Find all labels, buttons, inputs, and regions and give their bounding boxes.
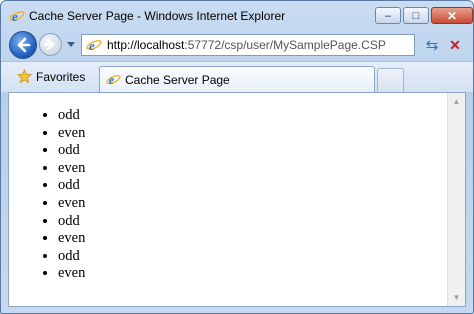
internet-explorer-icon: e bbox=[9, 9, 25, 24]
forward-arrow-icon bbox=[43, 38, 55, 51]
forward-button[interactable] bbox=[39, 33, 62, 56]
refresh-icon[interactable]: ⇆ bbox=[421, 35, 443, 55]
item-list: oddevenoddevenoddevenoddevenoddeven bbox=[9, 107, 85, 283]
tab-cache-server-page[interactable]: e Cache Server Page bbox=[99, 66, 375, 92]
window-title: Cache Server Page - Windows Internet Exp… bbox=[29, 9, 286, 23]
svg-text:e: e bbox=[89, 38, 95, 53]
maximize-icon: □ bbox=[412, 9, 420, 22]
list-item: even bbox=[58, 160, 85, 178]
vertical-scrollbar[interactable]: ▲ ▼ bbox=[447, 93, 465, 306]
maximize-button[interactable]: □ bbox=[403, 7, 429, 24]
address-bar[interactable]: e http://localhost:57772/csp/user/MySamp… bbox=[81, 34, 415, 56]
address-url[interactable]: http://localhost:57772/csp/user/MySample… bbox=[107, 38, 386, 52]
favorites-label: Favorites bbox=[36, 69, 86, 84]
list-item: odd bbox=[58, 213, 85, 231]
minimize-button[interactable]: – bbox=[375, 7, 401, 24]
list-item: even bbox=[58, 230, 85, 248]
close-icon: ✕ bbox=[446, 8, 458, 23]
back-arrow-icon bbox=[17, 37, 31, 53]
page-icon: e bbox=[86, 38, 102, 53]
list-item: odd bbox=[58, 142, 85, 160]
stop-icon[interactable]: ✕ bbox=[445, 35, 465, 55]
address-host: http://localhost bbox=[107, 38, 185, 52]
list-item: odd bbox=[58, 177, 85, 195]
svg-text:e: e bbox=[109, 73, 115, 87]
address-path: :57772/csp/user/MySamplePage.CSP bbox=[184, 38, 386, 52]
tab-title: Cache Server Page bbox=[125, 73, 230, 87]
title-bar: e Cache Server Page - Windows Internet E… bbox=[1, 1, 473, 29]
close-button[interactable]: ✕ bbox=[431, 7, 473, 24]
favorites-bar: Favorites e Cache Server Page bbox=[1, 61, 473, 92]
minimize-icon: – bbox=[384, 9, 392, 22]
star-icon bbox=[17, 69, 32, 84]
list-item: even bbox=[58, 125, 85, 143]
page-content: oddevenoddevenoddevenoddevenoddeven ▲ ▼ bbox=[8, 92, 466, 307]
new-tab-button[interactable] bbox=[377, 68, 404, 92]
list-item: even bbox=[58, 195, 85, 213]
svg-text:e: e bbox=[12, 9, 18, 24]
browser-window: e Cache Server Page - Windows Internet E… bbox=[0, 0, 474, 314]
scroll-down-icon[interactable]: ▼ bbox=[448, 289, 465, 306]
list-item: even bbox=[58, 265, 85, 283]
tab-page-icon: e bbox=[106, 73, 121, 87]
list-item: odd bbox=[58, 248, 85, 266]
favorites-button[interactable]: Favorites bbox=[17, 69, 85, 84]
back-button[interactable] bbox=[9, 31, 37, 59]
navigation-bar: e http://localhost:57772/csp/user/MySamp… bbox=[1, 29, 473, 61]
scroll-up-icon[interactable]: ▲ bbox=[448, 93, 465, 110]
list-item: odd bbox=[58, 107, 85, 125]
recent-pages-dropdown-icon[interactable] bbox=[66, 39, 76, 49]
